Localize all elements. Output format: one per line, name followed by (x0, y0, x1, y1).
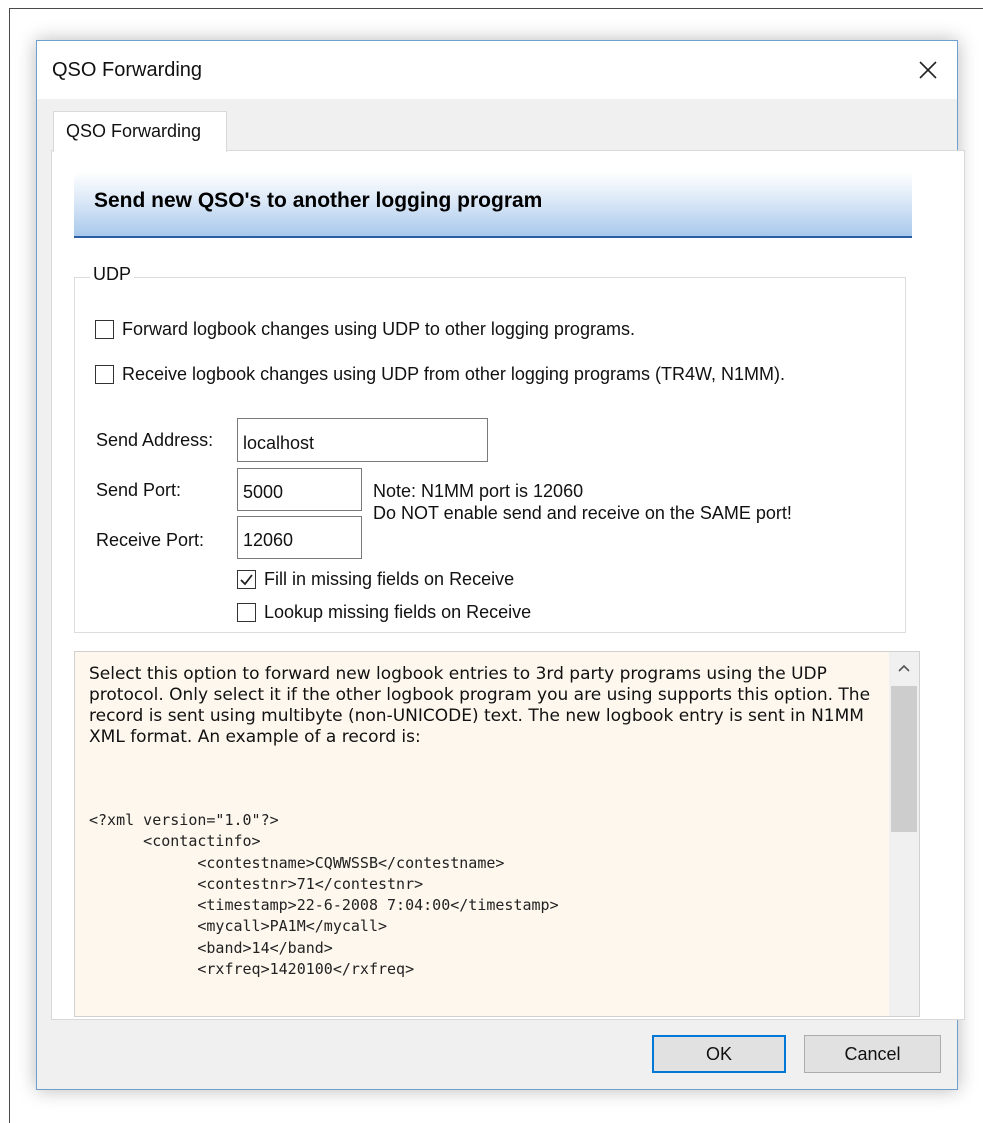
xml-example: <?xml version="1.0"?> <contactinfo> <con… (89, 811, 559, 979)
close-button[interactable] (899, 41, 957, 99)
send-address-label: Send Address: (96, 430, 214, 450)
lookup-missing-checkbox[interactable] (237, 603, 256, 622)
help-description: Select this option to forward new logboo… (89, 664, 871, 747)
receive-checkbox[interactable] (95, 365, 114, 384)
port-note-line1: Note: N1MM port is 12060 (373, 481, 584, 501)
qso-forwarding-dialog: QSO Forwarding QSO Forwarding Send new Q… (36, 40, 965, 1090)
ok-button[interactable]: OK (652, 1035, 786, 1073)
lookup-missing-checkbox-row[interactable]: Lookup missing fields on Receive (237, 602, 531, 623)
frame-border-top (9, 8, 983, 9)
udp-group: UDP Forward logbook changes using UDP to… (74, 264, 906, 633)
vertical-scrollbar[interactable] (889, 652, 919, 1016)
header-banner: Send new QSO's to another logging progra… (74, 172, 912, 238)
close-icon (919, 61, 937, 79)
udp-group-legend: UDP (90, 264, 135, 285)
tab-label: QSO Forwarding (66, 121, 202, 141)
window-title: QSO Forwarding (52, 59, 203, 81)
tab-panel: Send new QSO's to another logging progra… (51, 150, 965, 1020)
banner-title: Send new QSO's to another logging progra… (94, 189, 543, 212)
receive-checkbox-row[interactable]: Receive logbook changes using UDP from o… (95, 364, 785, 385)
send-port-label: Send Port: (96, 480, 182, 500)
scroll-up-button[interactable] (889, 652, 919, 684)
send-address-input[interactable] (237, 418, 488, 462)
forward-checkbox-row[interactable]: Forward logbook changes using UDP to oth… (95, 319, 635, 340)
forward-checkbox[interactable] (95, 320, 114, 339)
forward-checkbox-label: Forward logbook changes using UDP to oth… (122, 319, 635, 339)
send-port-input[interactable] (237, 468, 362, 511)
lookup-missing-label: Lookup missing fields on Receive (264, 602, 532, 622)
title-bar: QSO Forwarding (37, 41, 957, 99)
checkmark-icon (240, 574, 253, 586)
fill-missing-label: Fill in missing fields on Receive (264, 569, 515, 589)
frame-border-left (9, 8, 10, 1123)
tab-qso-forwarding[interactable]: QSO Forwarding (53, 111, 227, 152)
fill-missing-checkbox-row[interactable]: Fill in missing fields on Receive (237, 569, 514, 590)
cancel-button[interactable]: Cancel (804, 1035, 941, 1073)
fill-missing-checkbox[interactable] (237, 570, 256, 589)
chevron-up-icon (898, 664, 910, 672)
port-note-line2: Do NOT enable send and receive on the SA… (373, 503, 792, 523)
help-text-box[interactable]: Select this option to forward new logboo… (74, 651, 920, 1017)
scroll-thumb[interactable] (891, 686, 917, 832)
receive-port-input[interactable] (237, 516, 362, 559)
receive-checkbox-label: Receive logbook changes using UDP from o… (122, 364, 785, 384)
receive-port-label: Receive Port: (96, 530, 205, 550)
